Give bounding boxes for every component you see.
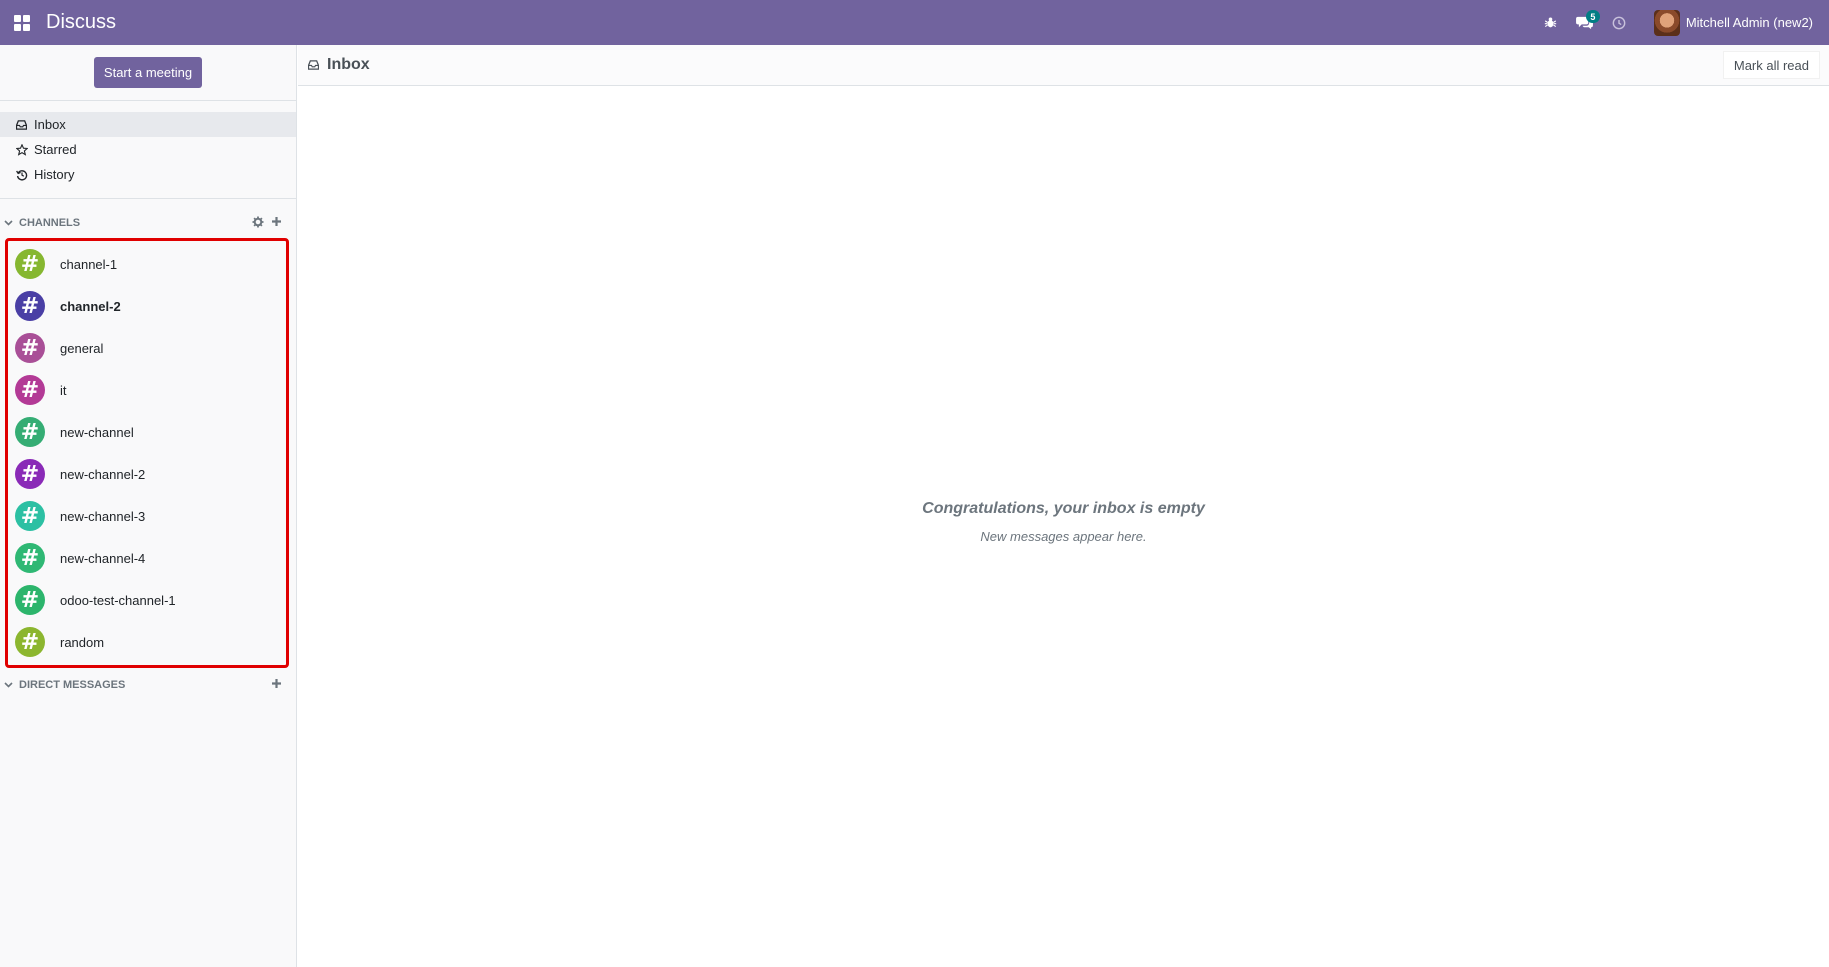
mark-all-read-button[interactable]: Mark all read [1722,51,1820,79]
messaging-menu-icon[interactable]: 5 [1568,0,1602,45]
user-menu[interactable]: Mitchell Admin (new2) [1636,0,1829,45]
channel-item[interactable]: # new-channel-2 [8,453,286,495]
thread-view: Inbox Mark all read Congratulations, you… [298,45,1829,967]
add-channel-plus-icon[interactable] [271,216,282,228]
channels-category-actions [252,216,282,228]
add-direct-message-plus-icon[interactable] [271,678,282,689]
channel-name: random [60,634,105,650]
user-avatar [1653,9,1680,36]
empty-inbox-title: Congratulations, your inbox is empty [922,500,1205,517]
gear-icon[interactable] [252,216,264,228]
channel-item[interactable]: # channel-1 [8,243,286,285]
star-icon [15,143,28,156]
thread-header: Inbox Mark all read [298,45,1829,86]
channel-item[interactable]: # new-channel [8,411,286,453]
channel-name: new-channel-3 [60,508,146,524]
channel-name: it [60,382,67,398]
channel-item[interactable]: # odoo-test-channel-1 [8,579,286,621]
mailbox-history[interactable]: History [0,162,296,187]
chevron-down-icon[interactable] [4,220,14,226]
channel-hash-icon: # [15,585,45,615]
mailbox-list: Inbox Starred History [0,101,296,199]
activity-clock-icon[interactable] [1602,0,1636,45]
discuss-sidebar: Start a meeting Inbox Starred History CH… [0,45,297,967]
message-counter-badge: 5 [1585,10,1600,23]
channel-item[interactable]: # random [8,621,286,663]
user-name: Mitchell Admin (new2) [1685,15,1813,30]
empty-inbox-subtitle: New messages appear here. [980,529,1147,544]
meeting-section: Start a meeting [0,45,296,101]
channel-hash-icon: # [15,501,45,531]
navbar-systray: 5 Mitchell Admin (new2) [1534,0,1829,45]
mailbox-label: History [34,167,75,182]
channels-category-title[interactable]: CHANNELS [19,217,80,229]
channel-name: channel-2 [60,298,121,314]
start-meeting-button[interactable]: Start a meeting [93,57,203,88]
mailbox-label: Inbox [34,117,66,132]
channel-item[interactable]: # general [8,327,286,369]
channel-item[interactable]: # it [8,369,286,411]
inbox-icon [308,60,319,70]
channel-hash-icon: # [15,375,45,405]
mailbox-inbox[interactable]: Inbox [0,112,296,137]
channel-name: odoo-test-channel-1 [60,592,176,608]
channel-hash-icon: # [15,543,45,573]
direct-messages-category-header: DIRECT MESSAGES [0,674,296,696]
channel-item[interactable]: # new-channel-3 [8,495,286,537]
channel-name: general [60,340,104,356]
dm-category-actions [271,678,282,689]
app-title[interactable]: Discuss [46,11,116,34]
channel-hash-icon: # [15,291,45,321]
chevron-down-icon[interactable] [4,682,14,688]
apps-menu-icon[interactable] [0,0,44,45]
channel-item[interactable]: # channel-2 [8,285,286,327]
channel-hash-icon: # [15,249,45,279]
channel-item[interactable]: # new-channel-4 [8,537,286,579]
channel-list: # channel-1 # channel-2 # general # it # new-chan… [5,238,289,668]
channel-name: new-channel [60,424,134,440]
channels-category-header: CHANNELS [0,212,296,234]
channel-hash-icon: # [15,333,45,363]
mailbox-label: Starred [34,142,77,157]
history-icon [15,168,28,181]
inbox-icon [15,118,28,131]
channel-hash-icon: # [15,417,45,447]
top-navbar: Discuss 5 Mitchell Admin (new2) [0,0,1829,45]
channel-name: new-channel-2 [60,466,146,482]
thread-title: Inbox [327,56,370,73]
direct-messages-category-title[interactable]: DIRECT MESSAGES [19,679,125,691]
channel-name: new-channel-4 [60,550,146,566]
channel-hash-icon: # [15,459,45,489]
mailbox-starred[interactable]: Starred [0,137,296,162]
empty-inbox-message: Congratulations, your inbox is empty New… [298,500,1829,544]
debug-bug-icon[interactable] [1534,0,1568,45]
channel-hash-icon: # [15,627,45,657]
channel-name: channel-1 [60,256,118,272]
